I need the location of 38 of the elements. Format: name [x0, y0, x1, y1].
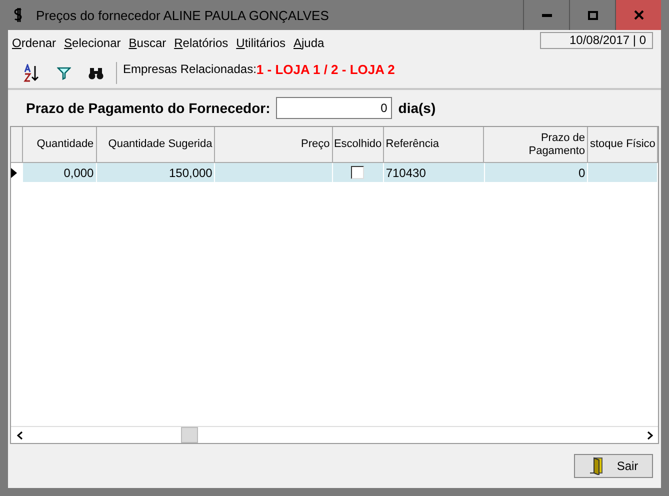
menu-item[interactable]: Ajuda	[294, 36, 324, 50]
payment-term-label: Prazo de Pagamento do Fornecedor:	[26, 100, 270, 116]
column-header[interactable]: Quantidade Sugerida	[96, 127, 216, 163]
unit-label: dia(s)	[398, 100, 436, 116]
checkbox[interactable]	[351, 166, 364, 179]
maximize-icon	[588, 10, 598, 20]
payment-term-field[interactable]: 0	[276, 97, 392, 119]
menu-item[interactable]: Relatórios	[174, 36, 228, 50]
scroll-thumb[interactable]	[181, 427, 198, 443]
table-cell: 0,000	[22, 163, 97, 182]
related-companies-label: Empresas Relacionadas:	[123, 62, 256, 76]
column-header[interactable]: Escolhido	[332, 127, 384, 163]
column-header[interactable]: Prazo de Pagamento	[484, 127, 588, 163]
column-header[interactable]: Referência	[384, 127, 484, 163]
column-header[interactable]: Quantidade	[22, 127, 97, 163]
door-icon	[588, 457, 605, 475]
menu-item[interactable]: Utilitários	[236, 36, 286, 50]
table-cell: 0	[484, 163, 588, 182]
binoculars-icon	[88, 66, 104, 80]
exit-button[interactable]: Sair	[574, 454, 653, 478]
window-title: Preços do fornecedor ALINE PAULA GONÇALVES	[36, 8, 330, 22]
table-cell: 150,000	[96, 163, 216, 182]
filter-icon	[57, 66, 71, 80]
chevron-left-icon	[16, 430, 22, 440]
related-companies: 1 - LOJA 1 / 2 - LOJA 2	[256, 62, 395, 77]
minimize-icon	[542, 14, 552, 16]
menu-item[interactable]: Selecionar	[64, 36, 121, 50]
sort-icon	[23, 64, 41, 82]
table-cell: 710430	[384, 163, 485, 182]
close-icon	[634, 10, 644, 20]
menu-item[interactable]: Buscar	[128, 36, 166, 50]
chevron-right-icon	[646, 430, 652, 440]
close-button[interactable]	[615, 0, 661, 30]
header-corner	[11, 127, 23, 163]
date-field: 10/08/2017 | 0	[540, 32, 653, 49]
menu-item[interactable]: Ordenar	[12, 36, 56, 50]
column-header[interactable]: Preço	[215, 127, 333, 163]
column-header[interactable]: stoque Físico	[588, 127, 658, 163]
